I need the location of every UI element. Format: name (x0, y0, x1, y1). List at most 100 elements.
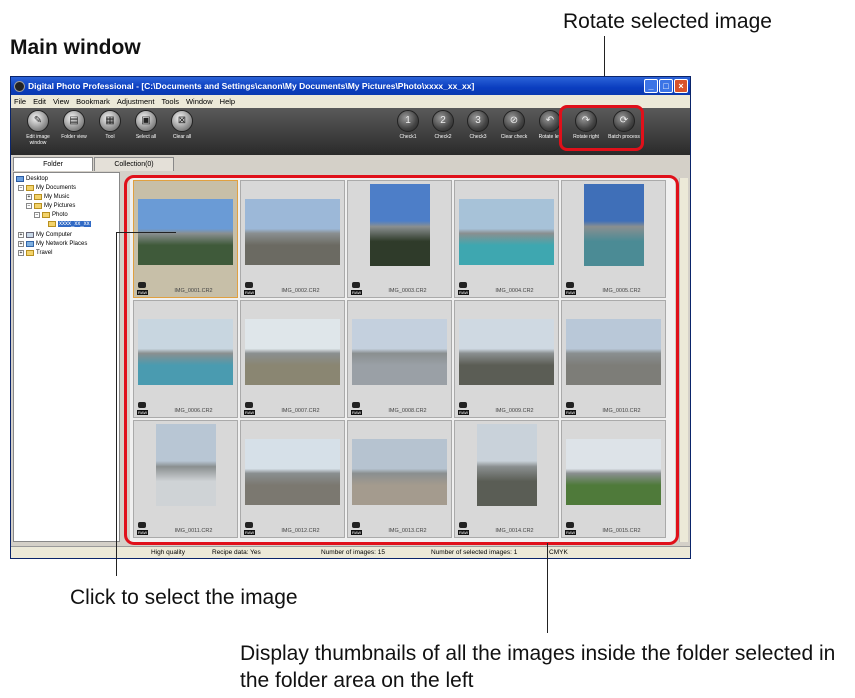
menu-item-adjustment[interactable]: Adjustment (117, 97, 155, 106)
menu-item-view[interactable]: View (53, 97, 69, 106)
thumbnail-cell[interactable]: RAW IMG_0002.CR2 (240, 180, 345, 298)
camera-icon (245, 402, 253, 408)
thumbnail-cell[interactable]: RAW IMG_0010.CR2 (561, 300, 666, 418)
expand-icon[interactable]: + (18, 232, 24, 238)
toolbar: ✎ Edit image window ▤ Folder view ▦ Tool ▣ Sele… (11, 108, 690, 155)
thumbnail-cell[interactable]: RAW IMG_0004.CR2 (454, 180, 559, 298)
toolbar-label: Edit image window (26, 134, 50, 146)
folder-view-button[interactable]: ▤ Folder view (57, 110, 91, 140)
menu-item-tools[interactable]: Tools (161, 97, 179, 106)
vertical-scrollbar[interactable] (679, 178, 688, 542)
select-all-button[interactable]: ▣ Select all (129, 110, 163, 140)
thumbnail-image[interactable] (370, 184, 430, 266)
thumbnail-filename: IMG_0007.CR2 (281, 408, 320, 414)
tool-icon: ▦ (99, 110, 121, 132)
click-leader-tick (116, 232, 176, 233)
thumbnail-cell[interactable]: RAW IMG_0005.CR2 (561, 180, 666, 298)
thumbnail-image[interactable] (459, 319, 554, 385)
click-leader-line (116, 232, 117, 576)
batch-process-button[interactable]: ⟳ Batch process (607, 110, 641, 140)
check2-icon: 2 (432, 110, 454, 132)
toolbar-label: Check1 (399, 134, 417, 140)
minimize-button[interactable]: _ (644, 79, 658, 93)
toolbar-label: Clear check (500, 134, 528, 140)
check3-button[interactable]: 3 Check3 (461, 110, 495, 140)
thumbnail-image[interactable] (352, 439, 447, 505)
check1-icon: 1 (397, 110, 419, 132)
menu-item-help[interactable]: Help (220, 97, 235, 106)
thumbnail-image[interactable] (459, 199, 554, 265)
thumbnail-image[interactable] (138, 319, 233, 385)
thumbnail-cell[interactable]: RAW IMG_0007.CR2 (240, 300, 345, 418)
camera-icon (245, 282, 253, 288)
tree-item-my-documents[interactable]: − My Documents (18, 185, 76, 191)
thumbnail-image[interactable] (566, 319, 661, 385)
edit-image-window-button[interactable]: ✎ Edit image window (21, 110, 55, 146)
clear-all-button[interactable]: ⊠ Clear all (165, 110, 199, 140)
expand-icon[interactable]: + (26, 194, 32, 200)
thumbnail-filename: IMG_0005.CR2 (602, 288, 641, 294)
thumbnail-image[interactable] (245, 319, 340, 385)
thumbnail-cell[interactable]: RAW IMG_0012.CR2 (240, 420, 345, 538)
computer-icon (26, 232, 34, 238)
collapse-icon[interactable]: − (34, 212, 40, 218)
thumbnail-image[interactable] (584, 184, 644, 266)
thumbnail-image[interactable] (245, 199, 340, 265)
thumbnail-cell[interactable]: RAW IMG_0015.CR2 (561, 420, 666, 538)
tab-folder[interactable]: Folder (13, 157, 93, 171)
folder-icon (42, 212, 50, 218)
camera-icon (138, 522, 146, 528)
window-controls: _ □ × (644, 79, 688, 93)
tree-label: My Documents (36, 185, 77, 191)
check1-button[interactable]: 1 Check1 (391, 110, 425, 140)
tree-item-my-network[interactable]: + My Network Places (18, 241, 87, 247)
tree-item-my-computer[interactable]: + My Computer (18, 232, 72, 238)
raw-badge-icon: RAW (351, 530, 363, 535)
collapse-icon[interactable]: − (26, 203, 32, 209)
menu-item-file[interactable]: File (14, 97, 26, 106)
tree-item-desktop[interactable]: Desktop (16, 176, 48, 182)
thumbnail-filename: IMG_0014.CR2 (495, 528, 534, 534)
menu-item-bookmark[interactable]: Bookmark (76, 97, 110, 106)
thumbnail-cell[interactable]: RAW IMG_0008.CR2 (347, 300, 452, 418)
title-bar: Digital Photo Professional - [C:\Documen… (11, 77, 690, 95)
rotate-right-button[interactable]: ↷ Rotate right (569, 110, 603, 140)
thumbnail-filename: IMG_0003.CR2 (388, 288, 427, 294)
folder-open-icon (48, 221, 56, 227)
expand-icon[interactable]: + (18, 250, 24, 256)
thumbnail-cell[interactable]: RAW IMG_0014.CR2 (454, 420, 559, 538)
tree-item-my-pictures[interactable]: − My Pictures (26, 203, 75, 209)
thumbnail-image[interactable] (477, 424, 537, 506)
close-button[interactable]: × (674, 79, 688, 93)
collapse-icon[interactable]: − (18, 185, 24, 191)
rotate-left-button[interactable]: ↶ Rotate left (533, 110, 567, 140)
thumbnail-image[interactable] (156, 424, 216, 506)
clear-check-button[interactable]: ⊘ Clear check (497, 110, 531, 140)
thumbnail-image[interactable] (352, 319, 447, 385)
tree-item-travel[interactable]: + Travel (18, 250, 52, 256)
thumbnail-image[interactable] (566, 439, 661, 505)
check2-button[interactable]: 2 Check2 (426, 110, 460, 140)
thumbnail-cell[interactable]: RAW IMG_0006.CR2 (133, 300, 238, 418)
raw-badge-icon: RAW (565, 410, 577, 415)
clear-all-icon: ⊠ (171, 110, 193, 132)
tool-button[interactable]: ▦ Tool (93, 110, 127, 140)
thumbnail-image[interactable] (245, 439, 340, 505)
network-icon (26, 241, 34, 247)
menu-item-edit[interactable]: Edit (33, 97, 46, 106)
tab-collection[interactable]: Collection(0) (94, 157, 174, 171)
tree-item-my-music[interactable]: + My Music (26, 194, 69, 200)
tree-item-photo[interactable]: − Photo (34, 212, 68, 218)
thumbnail-cell[interactable]: RAW IMG_0009.CR2 (454, 300, 559, 418)
window-title: Digital Photo Professional - [C:\Documen… (28, 81, 475, 91)
maximize-button[interactable]: □ (659, 79, 673, 93)
menu-item-window[interactable]: Window (186, 97, 213, 106)
tree-item-selected-folder[interactable]: xxxx_xx_xx (48, 221, 91, 227)
thumbnail-cell[interactable]: RAW IMG_0003.CR2 (347, 180, 452, 298)
raw-badge-icon: RAW (351, 410, 363, 415)
expand-icon[interactable]: + (18, 241, 24, 247)
thumbnail-cell[interactable]: RAW IMG_0001.CR2 (133, 180, 238, 298)
thumbnail-cell[interactable]: RAW IMG_0013.CR2 (347, 420, 452, 538)
thumbnail-cell[interactable]: RAW IMG_0011.CR2 (133, 420, 238, 538)
rotate-right-icon: ↷ (575, 110, 597, 132)
